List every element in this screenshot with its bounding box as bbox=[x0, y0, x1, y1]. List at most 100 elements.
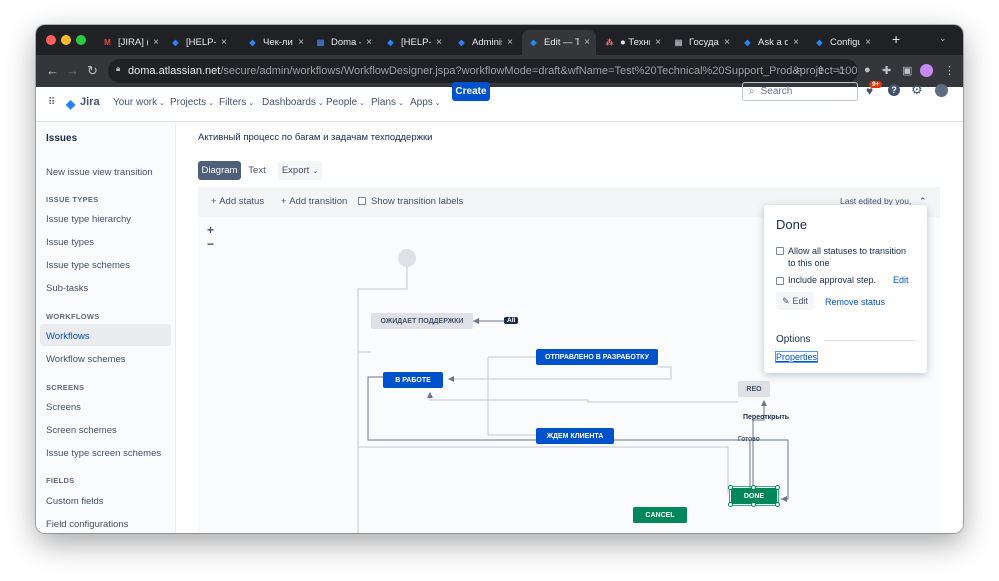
browser-tab[interactable]: ▤ Doma – × bbox=[309, 30, 378, 55]
close-tab-icon[interactable]: × bbox=[655, 37, 661, 48]
browser-tab[interactable]: ◆ Ask a qu × bbox=[736, 30, 805, 55]
nav-filters[interactable]: Filters ⌄ bbox=[219, 97, 254, 108]
close-tab-icon[interactable]: × bbox=[584, 37, 590, 48]
sidebar-item-issue-type-screen-schemes[interactable]: Issue type screen schemes bbox=[46, 448, 161, 459]
extensions-puzzle-icon[interactable]: ✚ bbox=[882, 64, 891, 77]
allow-all-checkbox[interactable] bbox=[776, 247, 784, 255]
sidebar-item-new-issue-view-transition[interactable]: New issue view transition bbox=[46, 167, 153, 178]
tab-text[interactable]: Text bbox=[243, 161, 271, 180]
edit-status-button[interactable]: ✎ Edit bbox=[776, 292, 814, 310]
close-tab-icon[interactable]: × bbox=[724, 37, 730, 48]
nav-label: Apps bbox=[410, 97, 433, 108]
jira-product-name[interactable]: Jira bbox=[80, 96, 100, 108]
edit-status-label: Edit bbox=[792, 296, 809, 306]
resize-handle[interactable] bbox=[728, 502, 733, 507]
close-tab-icon[interactable]: × bbox=[366, 37, 372, 48]
profile-avatar[interactable] bbox=[920, 64, 933, 77]
transition-label-ready[interactable]: Готово bbox=[738, 436, 760, 443]
close-tab-icon[interactable]: × bbox=[865, 37, 871, 48]
status-cancel[interactable]: CANCEL bbox=[633, 507, 687, 523]
jira-icon: ◆ bbox=[387, 38, 394, 47]
search-input[interactable]: ⌕ Search bbox=[742, 82, 858, 101]
browser-menu-icon[interactable]: ⋮ bbox=[944, 64, 955, 77]
close-tab-icon[interactable]: × bbox=[298, 37, 304, 48]
browser-tab[interactable]: ◆ [HELP-1 × bbox=[164, 30, 233, 55]
minimize-window-button[interactable] bbox=[61, 35, 71, 45]
resize-handle[interactable] bbox=[775, 485, 780, 490]
sidebar-item-issue-type-schemes[interactable]: Issue type schemes bbox=[46, 260, 130, 271]
nav-projects[interactable]: Projects ⌄ bbox=[170, 97, 214, 108]
export-label: Export bbox=[281, 165, 310, 176]
reload-icon[interactable]: ↻ bbox=[87, 63, 98, 79]
browser-tab[interactable]: ◆ Configu × bbox=[808, 30, 877, 55]
browser-tab[interactable]: ◆ Edit — T × bbox=[522, 30, 596, 55]
sidebar-item-issue-type-hierarchy[interactable]: Issue type hierarchy bbox=[46, 214, 131, 225]
close-tab-icon[interactable]: × bbox=[793, 37, 799, 48]
nav-apps[interactable]: Apps ⌄ bbox=[410, 97, 441, 108]
browser-tab[interactable]: ◆ [HELP-1 × bbox=[379, 30, 448, 55]
tab-diagram[interactable]: Diagram bbox=[198, 161, 241, 180]
close-tab-icon[interactable]: × bbox=[436, 37, 442, 48]
zoom-icon[interactable]: ⌕ bbox=[796, 64, 802, 77]
add-transition-button[interactable]: + Add transition bbox=[281, 196, 347, 207]
close-tab-icon[interactable]: × bbox=[153, 37, 159, 48]
maximize-window-button[interactable] bbox=[76, 35, 86, 45]
resize-handle[interactable] bbox=[751, 502, 756, 507]
allow-all-label: Allow all statuses to transition to this… bbox=[788, 246, 907, 268]
properties-link[interactable]: Properties bbox=[774, 351, 819, 363]
export-dropdown[interactable]: Export ⌄ bbox=[278, 161, 322, 180]
new-tab-button[interactable]: + bbox=[892, 31, 900, 47]
browser-tab[interactable]: ⁂ ● Техни × bbox=[598, 30, 667, 55]
status-waiting-client[interactable]: ЖДЕМ КЛИЕНТА bbox=[536, 428, 614, 444]
share-icon[interactable]: ⇪ bbox=[816, 64, 825, 77]
sidebar-item-screens[interactable]: Screens bbox=[46, 402, 81, 413]
jira-logo-icon[interactable]: ◆ bbox=[66, 97, 75, 111]
tab-search-icon[interactable]: ⌄ bbox=[939, 33, 947, 44]
add-status-button[interactable]: + Add status bbox=[211, 196, 264, 207]
status-reopen[interactable]: REO bbox=[738, 381, 770, 397]
browser-tab[interactable]: ◆ Adminis × bbox=[450, 30, 519, 55]
browser-tab[interactable]: ▤ Государ × bbox=[667, 30, 736, 55]
remove-status-link[interactable]: Remove status bbox=[825, 297, 885, 307]
sidepanel-icon[interactable]: ▣ bbox=[902, 64, 912, 77]
resize-handle[interactable] bbox=[751, 485, 756, 490]
browser-tab[interactable]: M [JIRA] (× bbox=[96, 30, 165, 55]
close-tab-icon[interactable]: × bbox=[221, 37, 227, 48]
transition-label-reopen[interactable]: Переоткрыть bbox=[743, 414, 789, 421]
bookmark-star-icon[interactable]: ☆ bbox=[836, 64, 846, 77]
status-waiting-support[interactable]: ОЖИДАЕТ ПОДДЕРЖКИ bbox=[371, 313, 473, 329]
back-icon[interactable]: ← bbox=[46, 63, 59, 78]
resize-handle[interactable] bbox=[775, 502, 780, 507]
nav-label: Your work bbox=[113, 97, 158, 108]
extension-dot-icon[interactable]: ● bbox=[864, 64, 871, 76]
show-labels-checkbox[interactable] bbox=[358, 197, 366, 205]
browser-tab[interactable]: ◆ Чек-лис × bbox=[241, 30, 310, 55]
nav-people[interactable]: People ⌄ bbox=[326, 97, 365, 108]
close-tab-icon[interactable]: × bbox=[507, 37, 513, 48]
nav-dashboards[interactable]: Dashboards ⌄ bbox=[262, 97, 324, 108]
forward-icon[interactable]: → bbox=[66, 63, 79, 78]
sidebar-item-field-configurations[interactable]: Field configurations bbox=[46, 519, 128, 530]
nav-your-work[interactable]: Your work ⌄ bbox=[113, 97, 165, 108]
sidebar-item-workflows[interactable]: Workflows bbox=[46, 331, 90, 342]
asana-icon: ⁂ bbox=[605, 38, 614, 47]
settings-gear-icon[interactable]: ⚙ bbox=[911, 82, 923, 98]
create-button[interactable]: Create bbox=[452, 82, 490, 101]
sidebar-item-screen-schemes[interactable]: Screen schemes bbox=[46, 425, 117, 436]
app-switcher-icon[interactable]: ⠿ bbox=[48, 98, 58, 108]
sidebar-item-sub-tasks[interactable]: Sub-tasks bbox=[46, 283, 88, 294]
gmail-icon: M bbox=[104, 38, 111, 47]
approval-checkbox[interactable] bbox=[776, 277, 784, 285]
sidebar-item-workflow-schemes[interactable]: Workflow schemes bbox=[46, 354, 126, 365]
help-icon[interactable]: ? bbox=[888, 84, 900, 96]
sidebar-item-issue-types[interactable]: Issue types bbox=[46, 237, 94, 248]
sidebar-item-custom-fields[interactable]: Custom fields bbox=[46, 496, 104, 507]
user-avatar[interactable] bbox=[935, 84, 948, 97]
status-sent-to-dev[interactable]: ОТПРАВЛЕНО В РАЗРАБОТКУ bbox=[536, 349, 658, 365]
approval-edit-link[interactable]: Edit bbox=[893, 275, 909, 285]
address-bar[interactable]: 🔒︎ doma.atlassian.net/secure/admin/workf… bbox=[108, 59, 858, 83]
nav-plans[interactable]: Plans ⌄ bbox=[371, 97, 404, 108]
close-window-button[interactable] bbox=[46, 35, 56, 45]
status-in-progress[interactable]: В РАБОТЕ bbox=[383, 372, 443, 388]
resize-handle[interactable] bbox=[728, 485, 733, 490]
